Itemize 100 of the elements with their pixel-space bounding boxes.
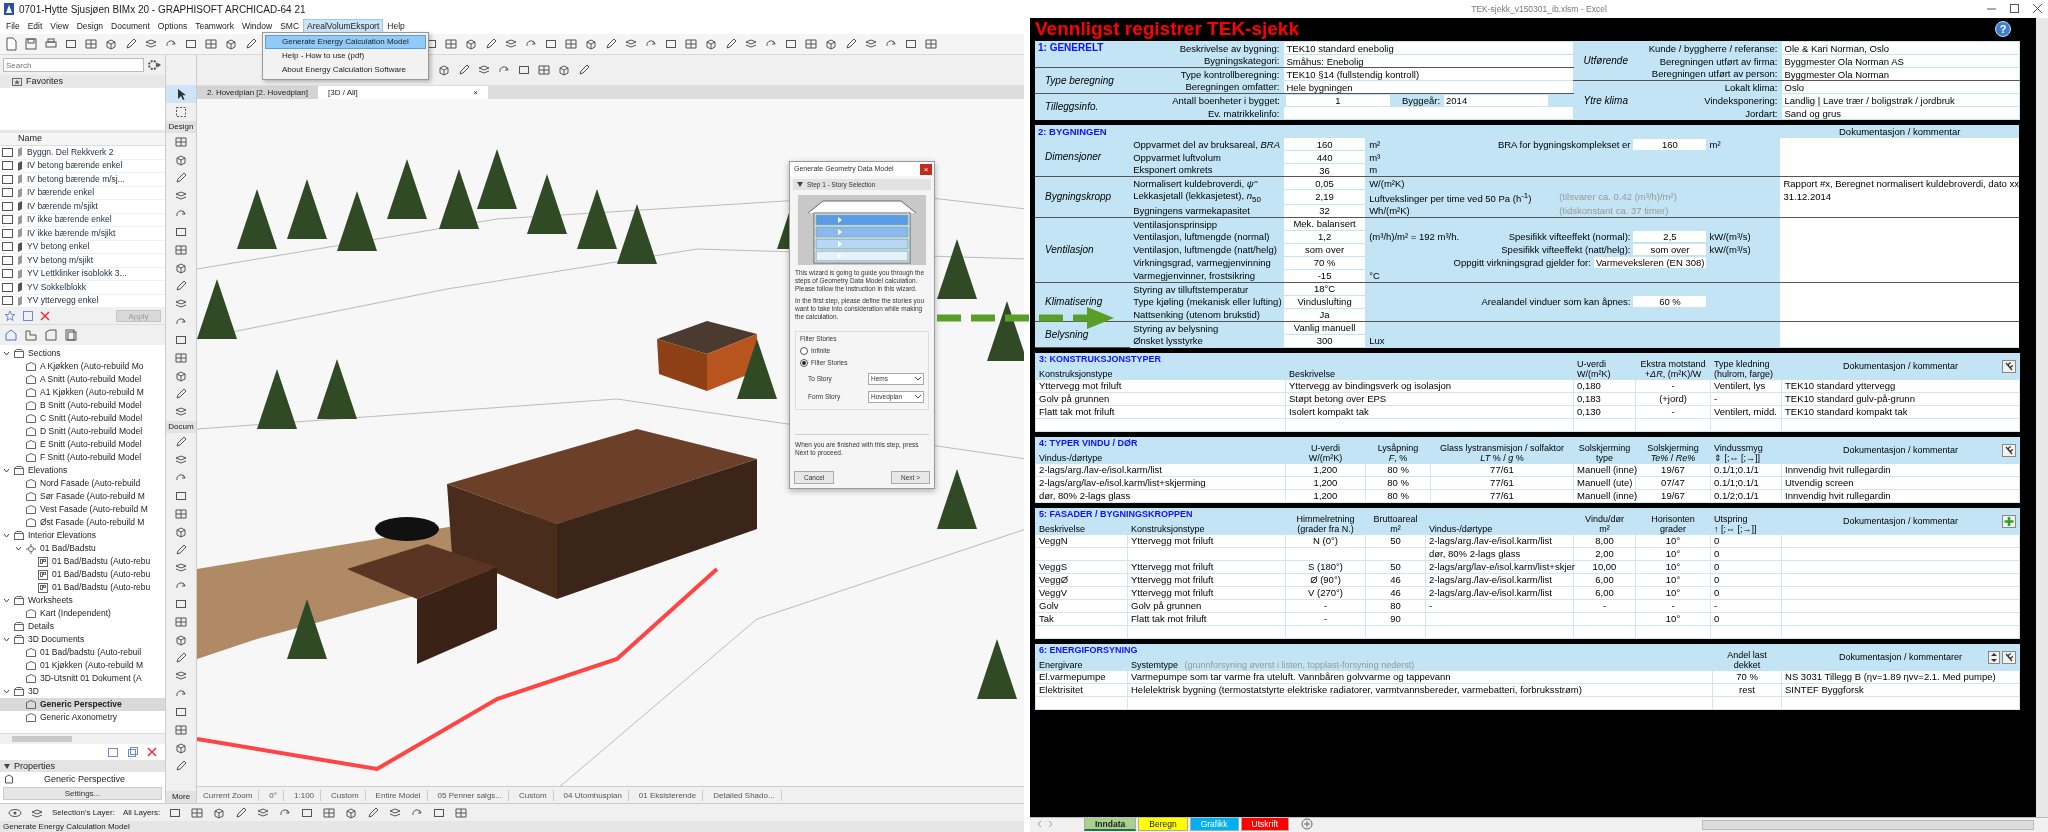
- status-dropdown[interactable]: Custom: [513, 789, 554, 801]
- chevron-down-icon[interactable]: [3, 467, 10, 474]
- grid-icon[interactable]: [322, 805, 337, 820]
- menu-item[interactable]: Design: [72, 18, 108, 34]
- help-button[interactable]: ?: [1995, 21, 2011, 37]
- pencil-icon[interactable]: [174, 651, 188, 665]
- delete-icon[interactable]: [40, 311, 50, 321]
- print-icon[interactable]: [44, 37, 58, 51]
- wrench-icon[interactable]: [2002, 650, 2016, 664]
- pencil-icon[interactable]: [484, 37, 498, 51]
- view-tab[interactable]: [3D / All] ×: [317, 86, 488, 99]
- settings-icon[interactable]: [147, 59, 161, 71]
- square-icon[interactable]: [544, 37, 558, 51]
- clone-view-icon[interactable]: [127, 746, 139, 758]
- square-icon[interactable]: [64, 37, 78, 51]
- vertical-scrollbar[interactable]: [2036, 18, 2048, 817]
- square-icon[interactable]: [174, 705, 188, 719]
- new-document-icon[interactable]: [4, 37, 18, 51]
- navigator-item[interactable]: 01 Bad/Badstu (Auto-rebu: [0, 568, 165, 581]
- search-field[interactable]: Search: [3, 58, 144, 72]
- status-dropdown[interactable]: 01 Eksisterende: [632, 789, 704, 801]
- navigator-item[interactable]: 3D: [0, 685, 165, 698]
- home-icon[interactable]: [4, 328, 18, 342]
- favorite-item[interactable]: Byggn. Del Rekkverk 2: [27, 146, 114, 158]
- menu-item[interactable]: Window: [237, 18, 277, 34]
- status-dropdown[interactable]: Custom: [325, 789, 366, 801]
- navigator-item[interactable]: Øst Fasade (Auto-rebuild M: [0, 516, 165, 529]
- grid-icon[interactable]: [174, 723, 188, 737]
- radio-button[interactable]: [800, 359, 808, 367]
- sheet-tab[interactable]: Inndata: [1084, 818, 1137, 831]
- grid-icon[interactable]: [924, 37, 938, 51]
- navigator-item[interactable]: Generic Perspective: [0, 698, 165, 711]
- favorite-item[interactable]: YV betong enkel: [27, 241, 90, 253]
- pages-icon[interactable]: [64, 328, 78, 342]
- square-icon[interactable]: [174, 489, 188, 503]
- scroll-right-icon[interactable]: [1046, 818, 1054, 830]
- menu-item[interactable]: Options: [153, 18, 192, 34]
- favorite-item[interactable]: IV bærende enkel: [27, 187, 95, 199]
- cube-icon[interactable]: [174, 633, 188, 647]
- grid-icon[interactable]: [174, 615, 188, 629]
- menu-item[interactable]: File: [2, 18, 24, 34]
- navigator-item[interactable]: 01 Bad/badstu (Auto-rebuil: [0, 646, 165, 659]
- square-icon[interactable]: [517, 63, 531, 77]
- menu-item[interactable]: Teamwork: [191, 18, 238, 34]
- pencil-icon[interactable]: [577, 63, 591, 77]
- pencil-icon[interactable]: [366, 805, 381, 820]
- wrench-icon[interactable]: [2002, 443, 2016, 457]
- radio-button[interactable]: [800, 347, 808, 355]
- pencil-icon[interactable]: [124, 37, 138, 51]
- menu-item[interactable]: View: [46, 18, 73, 34]
- cube-icon[interactable]: [224, 37, 238, 51]
- dropdown-item[interactable]: Help - How to use (pdf): [265, 49, 426, 63]
- grid-icon[interactable]: [174, 135, 188, 149]
- navigator-item[interactable]: Nord Fasade (Auto-rebuild: [0, 477, 165, 490]
- menu-item[interactable]: Document: [107, 18, 154, 34]
- chevron-down-icon[interactable]: [3, 532, 10, 539]
- more-tools-button[interactable]: More: [166, 791, 196, 803]
- floor-plan-icon[interactable]: [24, 328, 38, 342]
- navigator-item[interactable]: Sør Fasade (Auto-rebuild M: [0, 490, 165, 503]
- building-icon[interactable]: [44, 328, 58, 342]
- dropdown-item[interactable]: About Energy Calculation Software: [265, 63, 426, 77]
- pencil-icon[interactable]: [234, 805, 249, 820]
- favorite-item[interactable]: IV betong bærende enkel: [27, 160, 123, 172]
- grid-icon[interactable]: [444, 37, 458, 51]
- pencil-icon[interactable]: [244, 37, 258, 51]
- navigator-item[interactable]: C Snitt (Auto-rebuild Model: [0, 412, 165, 425]
- square-icon[interactable]: [174, 597, 188, 611]
- close-tab-button[interactable]: ×: [473, 86, 478, 99]
- pencil-icon[interactable]: [174, 279, 188, 293]
- favorite-item[interactable]: IV bærende m/sjikt: [27, 200, 98, 212]
- navigator-item[interactable]: D Snitt (Auto-rebuild Model: [0, 425, 165, 438]
- navigator-item[interactable]: Worksheets: [0, 594, 165, 607]
- pencil-icon[interactable]: [174, 171, 188, 185]
- menu-item[interactable]: Help: [383, 18, 409, 34]
- status-dropdown[interactable]: Detailed Shado...: [707, 789, 782, 801]
- sheet-tab[interactable]: Utskrift: [1240, 818, 1290, 831]
- horizontal-scrollbar[interactable]: [1702, 820, 2034, 830]
- navigator-item[interactable]: F Snitt (Auto-rebuild Model: [0, 451, 165, 464]
- grid-icon[interactable]: [454, 805, 469, 820]
- cube-icon[interactable]: [174, 741, 188, 755]
- grid-icon[interactable]: [174, 507, 188, 521]
- view-tab[interactable]: 2. Hovedplan [2. Hovedplan]: [197, 86, 318, 99]
- close-button[interactable]: ×: [920, 163, 932, 175]
- favorite-item[interactable]: IV betong bærende m/sj...: [27, 173, 125, 185]
- cube-icon[interactable]: [464, 37, 478, 51]
- delete-icon[interactable]: [147, 747, 157, 757]
- settings-button[interactable]: Settings...: [3, 787, 162, 800]
- layers-icon[interactable]: [30, 806, 44, 819]
- square-icon[interactable]: [784, 37, 798, 51]
- square-icon[interactable]: [904, 37, 918, 51]
- cube-icon[interactable]: [437, 63, 451, 77]
- grid-icon[interactable]: [564, 37, 578, 51]
- navigator-item[interactable]: Vest Fasade (Auto-rebuild M: [0, 503, 165, 516]
- marquee-icon[interactable]: [174, 105, 188, 119]
- maximize-icon[interactable]: [2010, 4, 2019, 13]
- pencil-icon[interactable]: [457, 63, 471, 77]
- grid-icon[interactable]: [84, 37, 98, 51]
- status-dropdown[interactable]: 04 Utomhusplan: [557, 789, 629, 801]
- grid-icon[interactable]: [174, 351, 188, 365]
- navigator-item[interactable]: E Snitt (Auto-rebuild Model: [0, 438, 165, 451]
